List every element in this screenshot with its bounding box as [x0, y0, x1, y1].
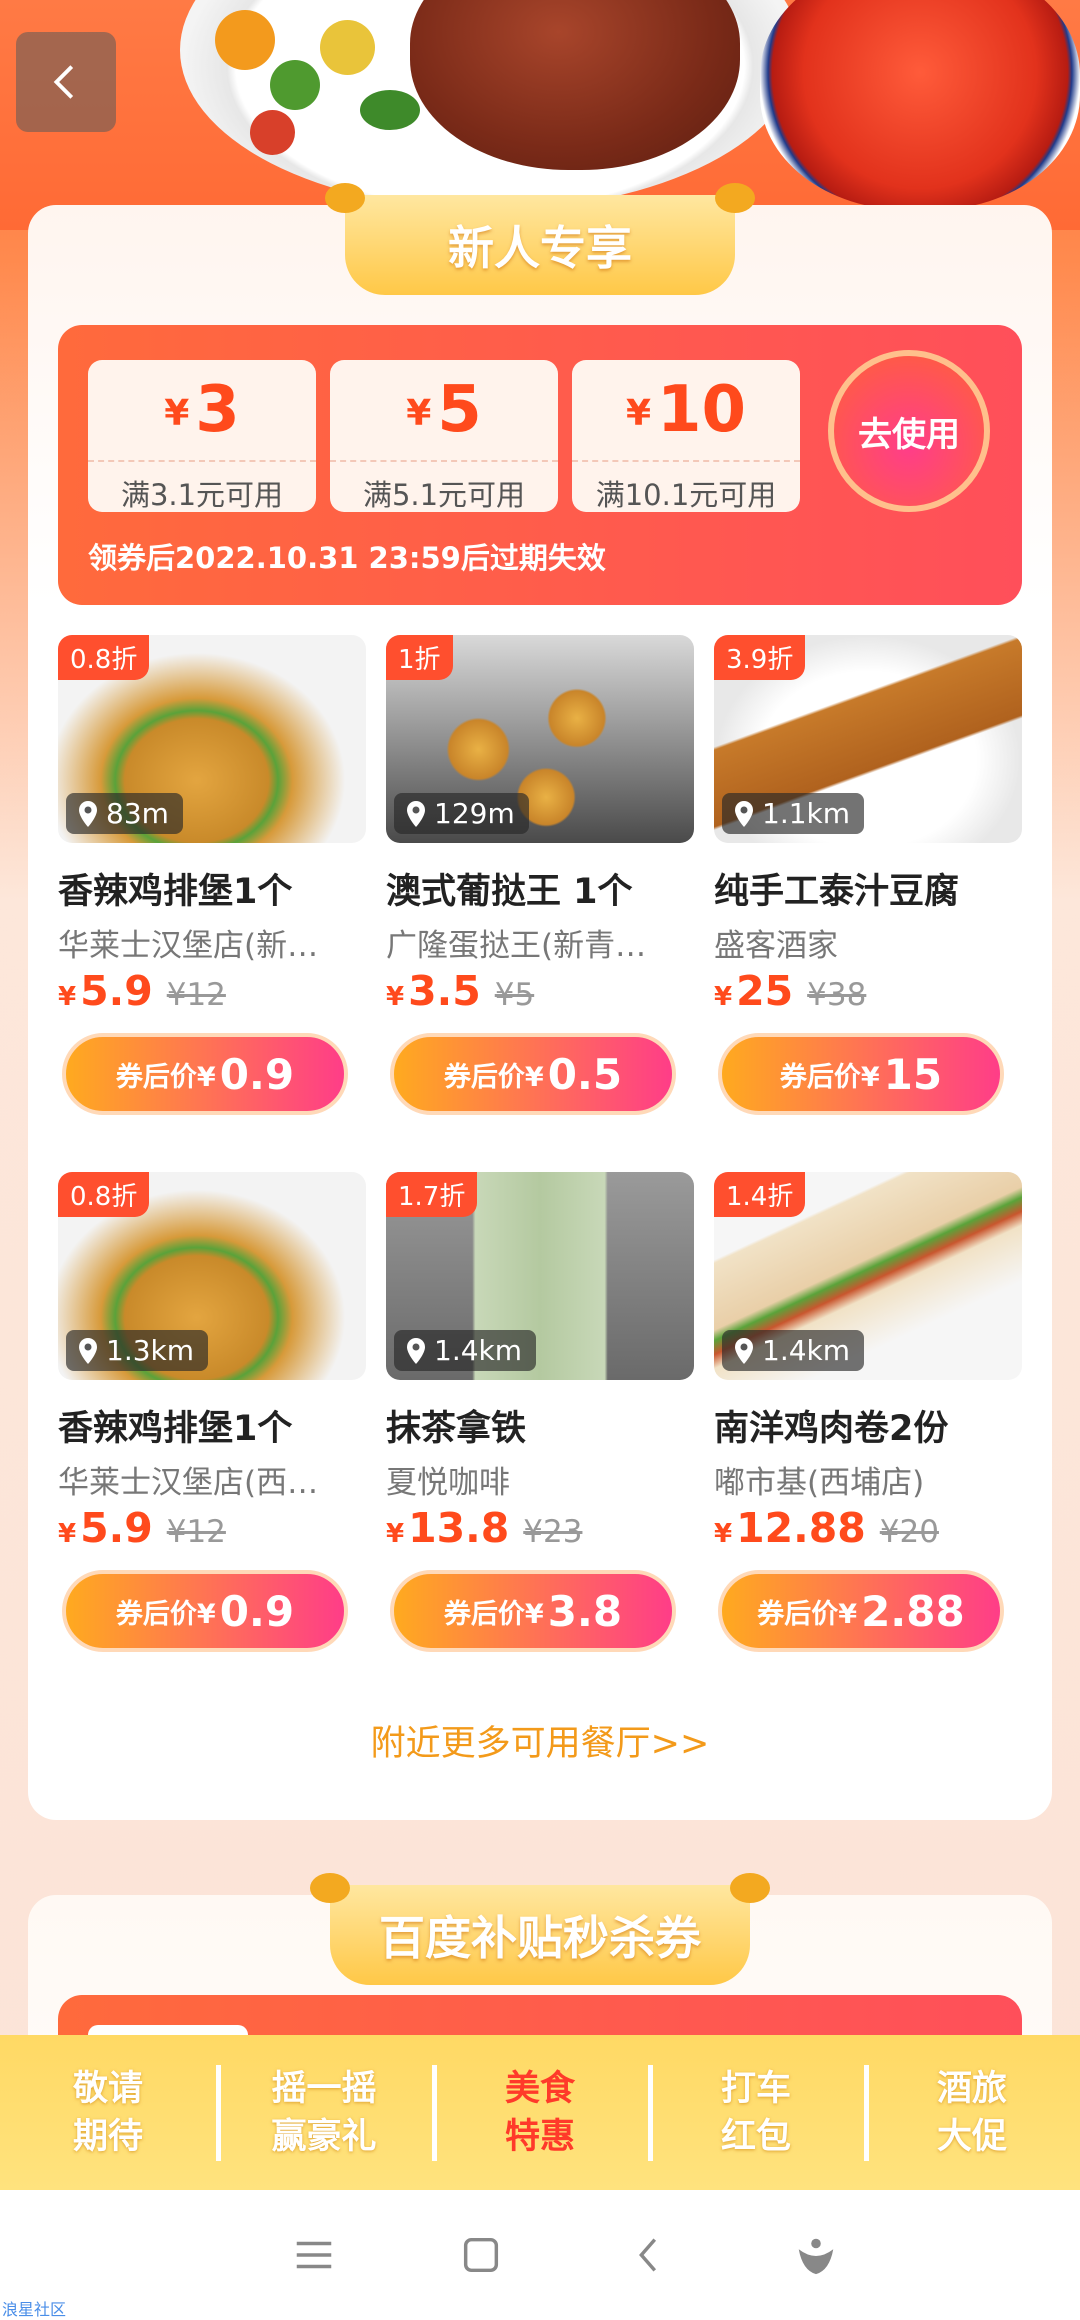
after-coupon-button[interactable]: 券后价¥ 2.88 [718, 1570, 1004, 1652]
assistant-icon [799, 2238, 834, 2275]
newcomer-card: 新人专享 ¥3 满3.1元可用 ¥5 满5.1元可用 ¥10 满10.1元可用 … [28, 183, 1052, 1820]
discount-badge: 1.4折 [714, 1172, 806, 1217]
deal-price: ¥5.9 ¥12 [58, 1504, 226, 1552]
shop-name: 华莱士汉堡店(西… [58, 1465, 319, 1501]
deal-price: ¥13.8 ¥23 [386, 1504, 583, 1552]
location-pin-icon [79, 800, 97, 827]
newcomer-title: 新人专享 [325, 183, 755, 295]
distance-tag: 1.3km [66, 1330, 209, 1371]
deal-price: ¥12.88 ¥20 [714, 1504, 939, 1552]
coupon-panel: ¥3 满3.1元可用 ¥5 满5.1元可用 ¥10 满10.1元可用 去使用 领… [58, 325, 1022, 605]
back-icon [53, 65, 74, 99]
location-pin-icon [735, 1337, 753, 1364]
deal-item[interactable]: 1折 129m 澳式葡挞王 1个 广隆蛋挞王(新青… ¥3.5 ¥5 券后价¥ 0.… [386, 635, 694, 1135]
back-button[interactable] [16, 32, 116, 132]
home-button[interactable] [451, 2225, 511, 2285]
deal-name: 纯手工泰汁豆腐 [714, 872, 960, 912]
watermark: 浪星社区 [2, 2300, 67, 2319]
food-image: 0.8折 1.3km [58, 1172, 366, 1380]
food-image: 3.9折 1.1km [714, 635, 1022, 843]
coupon-5[interactable]: ¥5 满5.1元可用 [330, 360, 558, 512]
deal-name: 南洋鸡肉卷2份 [714, 1409, 949, 1449]
after-coupon-button[interactable]: 券后价¥ 0.9 [62, 1033, 348, 1115]
deal-item[interactable]: 1.4折 1.4km 南洋鸡肉卷2份 嘟市基(西埔店) ¥12.88 ¥20 券后… [714, 1172, 1022, 1672]
after-coupon-button[interactable]: 券后价¥ 0.5 [390, 1033, 676, 1115]
food-image: 1.7折 1.4km [386, 1172, 694, 1380]
coupon-amount: 3 [195, 373, 240, 447]
deal-item[interactable]: 3.9折 1.1km 纯手工泰汁豆腐 盛客酒家 ¥25 ¥38 券后价¥ 15 [714, 635, 1022, 1135]
activity-tab-bar: 敬请 期待 摇一摇 赢豪礼 美食 特惠 打车 红包 酒旅 大促 [0, 2035, 1080, 2190]
back-nav-icon [638, 2238, 656, 2272]
coupon-amount: 5 [437, 373, 482, 447]
original-price: ¥23 [523, 1514, 583, 1550]
use-coupon-button[interactable]: 去使用 [828, 350, 990, 512]
after-coupon-button[interactable]: 券后价¥ 0.9 [62, 1570, 348, 1652]
original-price: ¥20 [879, 1514, 939, 1550]
discount-badge: 0.8折 [58, 1172, 150, 1217]
system-nav-bar [0, 2190, 1080, 2320]
original-price: ¥12 [166, 977, 226, 1013]
distance-tag: 129m [394, 793, 529, 834]
tab-taxi[interactable]: 打车 红包 [648, 2064, 864, 2161]
coupon-rule: 满10.1元可用 [572, 460, 800, 514]
location-pin-icon [79, 1337, 97, 1364]
discount-badge: 0.8折 [58, 635, 150, 680]
coupon-10[interactable]: ¥10 满10.1元可用 [572, 360, 800, 512]
after-coupon-button[interactable]: 券后价¥ 3.8 [390, 1570, 676, 1652]
location-pin-icon [407, 1337, 425, 1364]
nav-back-button[interactable] [619, 2225, 679, 2285]
original-price: ¥12 [166, 1514, 226, 1550]
more-restaurants-link[interactable]: 附近更多可用餐厅>> [28, 1715, 1052, 1766]
discount-badge: 3.9折 [714, 635, 806, 680]
deal-item[interactable]: 1.7折 1.4km 抹茶拿铁 夏悦咖啡 ¥13.8 ¥23 券后价¥ 3.8 [386, 1172, 694, 1672]
coupon-rule: 满3.1元可用 [88, 460, 316, 514]
food-image: 1折 129m [386, 635, 694, 843]
assistant-button[interactable] [786, 2225, 846, 2285]
home-icon [464, 2237, 499, 2273]
deal-name: 澳式葡挞王 1个 [386, 872, 633, 912]
location-pin-icon [407, 800, 425, 827]
menu-icon [296, 2241, 331, 2269]
deal-price: ¥25 ¥38 [714, 967, 867, 1015]
shop-name: 夏悦咖啡 [386, 1465, 510, 1501]
tab-food-deals[interactable]: 美食 特惠 [432, 2064, 648, 2161]
tab-shake[interactable]: 摇一摇 赢豪礼 [216, 2064, 432, 2161]
discount-badge: 1折 [386, 635, 453, 680]
subsidy-title: 百度补贴秒杀券 [310, 1873, 770, 1985]
coupon-rule: 满5.1元可用 [330, 460, 558, 514]
deal-name: 香辣鸡排堡1个 [58, 1409, 293, 1449]
shop-name: 嘟市基(西埔店) [714, 1465, 925, 1501]
deal-price: ¥5.9 ¥12 [58, 967, 226, 1015]
coupon-3[interactable]: ¥3 满3.1元可用 [88, 360, 316, 512]
food-image: 0.8折 83m [58, 635, 366, 843]
deal-price: ¥3.5 ¥5 [386, 967, 535, 1015]
deal-item[interactable]: 0.8折 83m 香辣鸡排堡1个 华莱士汉堡店(新… ¥5.9 ¥12 券后价¥ 0… [58, 635, 366, 1135]
deal-item[interactable]: 0.8折 1.3km 香辣鸡排堡1个 华莱士汉堡店(西… ¥5.9 ¥12 券后价… [58, 1172, 366, 1672]
shop-name: 广隆蛋挞王(新青… [386, 928, 647, 964]
tab-coming-soon[interactable]: 敬请 期待 [0, 2065, 216, 2161]
discount-badge: 1.7折 [386, 1172, 478, 1217]
crayfish-bowl-image [760, 0, 1080, 210]
tab-travel[interactable]: 酒旅 大促 [864, 2064, 1080, 2161]
distance-tag: 83m [66, 793, 183, 834]
coupon-amount: 10 [657, 373, 747, 447]
original-price: ¥38 [807, 977, 867, 1013]
after-coupon-button[interactable]: 券后价¥ 15 [718, 1033, 1004, 1115]
distance-tag: 1.1km [722, 793, 865, 834]
deal-name: 香辣鸡排堡1个 [58, 872, 293, 912]
deal-name: 抹茶拿铁 [386, 1409, 527, 1449]
expire-text: 领券后2022.10.31 23:59后过期失效 [88, 541, 606, 575]
menu-button[interactable] [284, 2225, 344, 2285]
food-image: 1.4折 1.4km [714, 1172, 1022, 1380]
location-pin-icon [735, 800, 753, 827]
shop-name: 盛客酒家 [714, 928, 838, 964]
original-price: ¥5 [494, 977, 535, 1013]
shop-name: 华莱士汉堡店(新… [58, 928, 319, 964]
distance-tag: 1.4km [722, 1330, 865, 1371]
distance-tag: 1.4km [394, 1330, 537, 1371]
